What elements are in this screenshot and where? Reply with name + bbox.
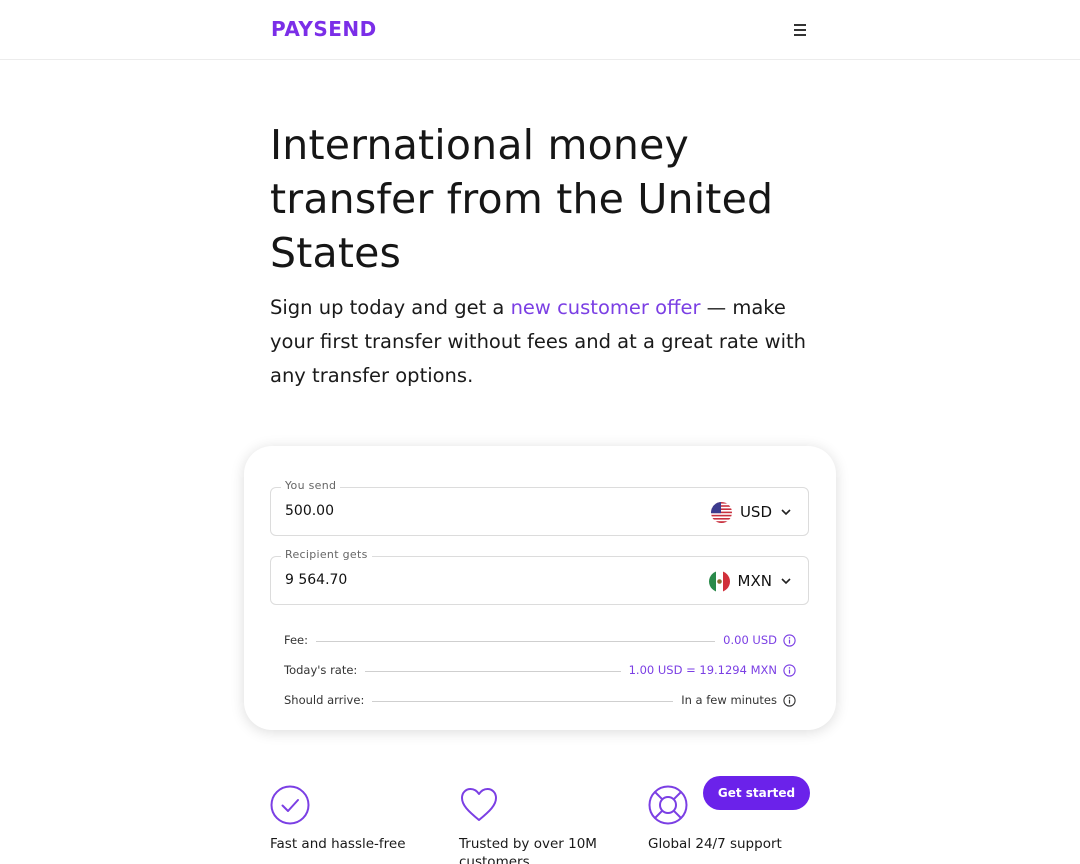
recipient-amount-field[interactable]: Recipient gets 9 564.70 MXN <box>270 548 809 605</box>
arrival-row: Should arrive: In a few minutes <box>284 692 796 708</box>
feature-support: Global 24/7 support <box>648 785 782 852</box>
subtitle-text-start: Sign up today and get a <box>270 296 511 319</box>
rate-row: Today's rate: 1.00 USD = 19.1294 MXN <box>284 662 796 678</box>
check-circle-icon <box>270 785 310 825</box>
feature-fast: Fast and hassle-free <box>270 785 406 852</box>
chevron-down-icon <box>781 578 791 585</box>
recipient-amount-input[interactable]: 9 564.70 <box>285 572 347 588</box>
send-field-label: You send <box>281 479 341 492</box>
get-started-button[interactable]: Get started <box>703 776 810 810</box>
feature-label: Trusted by over 10M customers <box>459 836 597 864</box>
feature-label: Fast and hassle-free <box>270 836 406 852</box>
send-currency-selector[interactable]: USD <box>710 500 792 524</box>
transfer-calculator: You send 500.00 USD Recipient gets 9 564… <box>244 446 836 730</box>
dotted-divider <box>316 641 716 642</box>
us-flag-icon <box>710 501 732 523</box>
send-amount-field[interactable]: You send 500.00 USD <box>270 479 809 536</box>
rate-label: Today's rate: <box>284 663 358 677</box>
feature-label: Global 24/7 support <box>648 836 782 852</box>
heart-icon <box>461 788 497 821</box>
rate-value: 1.00 USD = 19.1294 MXN <box>628 663 777 677</box>
send-currency-code: USD <box>739 503 772 521</box>
hero-subtitle: Sign up today and get a new customer off… <box>270 291 830 393</box>
fee-row: Fee: 0.00 USD <box>284 632 796 648</box>
lifebuoy-icon <box>648 785 688 825</box>
page-title: International money transfer from the Un… <box>270 121 774 277</box>
recipient-field-label: Recipient gets <box>281 548 372 561</box>
dotted-divider <box>365 671 621 672</box>
info-icon[interactable] <box>783 663 796 677</box>
recipient-currency-code: MXN <box>737 572 772 590</box>
hamburger-icon[interactable] <box>789 18 811 42</box>
new-customer-offer-link[interactable]: new customer offer <box>511 296 701 319</box>
arrival-value: In a few minutes <box>681 693 777 707</box>
info-icon[interactable] <box>783 693 796 707</box>
top-navigation-bar: PAYSEND <box>0 0 1080 60</box>
dotted-divider <box>372 701 674 702</box>
chevron-down-icon <box>781 509 791 516</box>
feature-trusted: Trusted by over 10M customers <box>459 785 597 864</box>
info-icon[interactable] <box>783 633 796 647</box>
fee-value: 0.00 USD <box>723 633 777 647</box>
paysend-logo[interactable]: PAYSEND <box>271 17 377 41</box>
recipient-currency-selector[interactable]: MXN <box>708 569 792 593</box>
fee-label: Fee: <box>284 633 309 647</box>
send-amount-input[interactable]: 500.00 <box>285 503 334 519</box>
mexico-flag-icon <box>708 570 730 592</box>
arrival-label: Should arrive: <box>284 693 365 707</box>
